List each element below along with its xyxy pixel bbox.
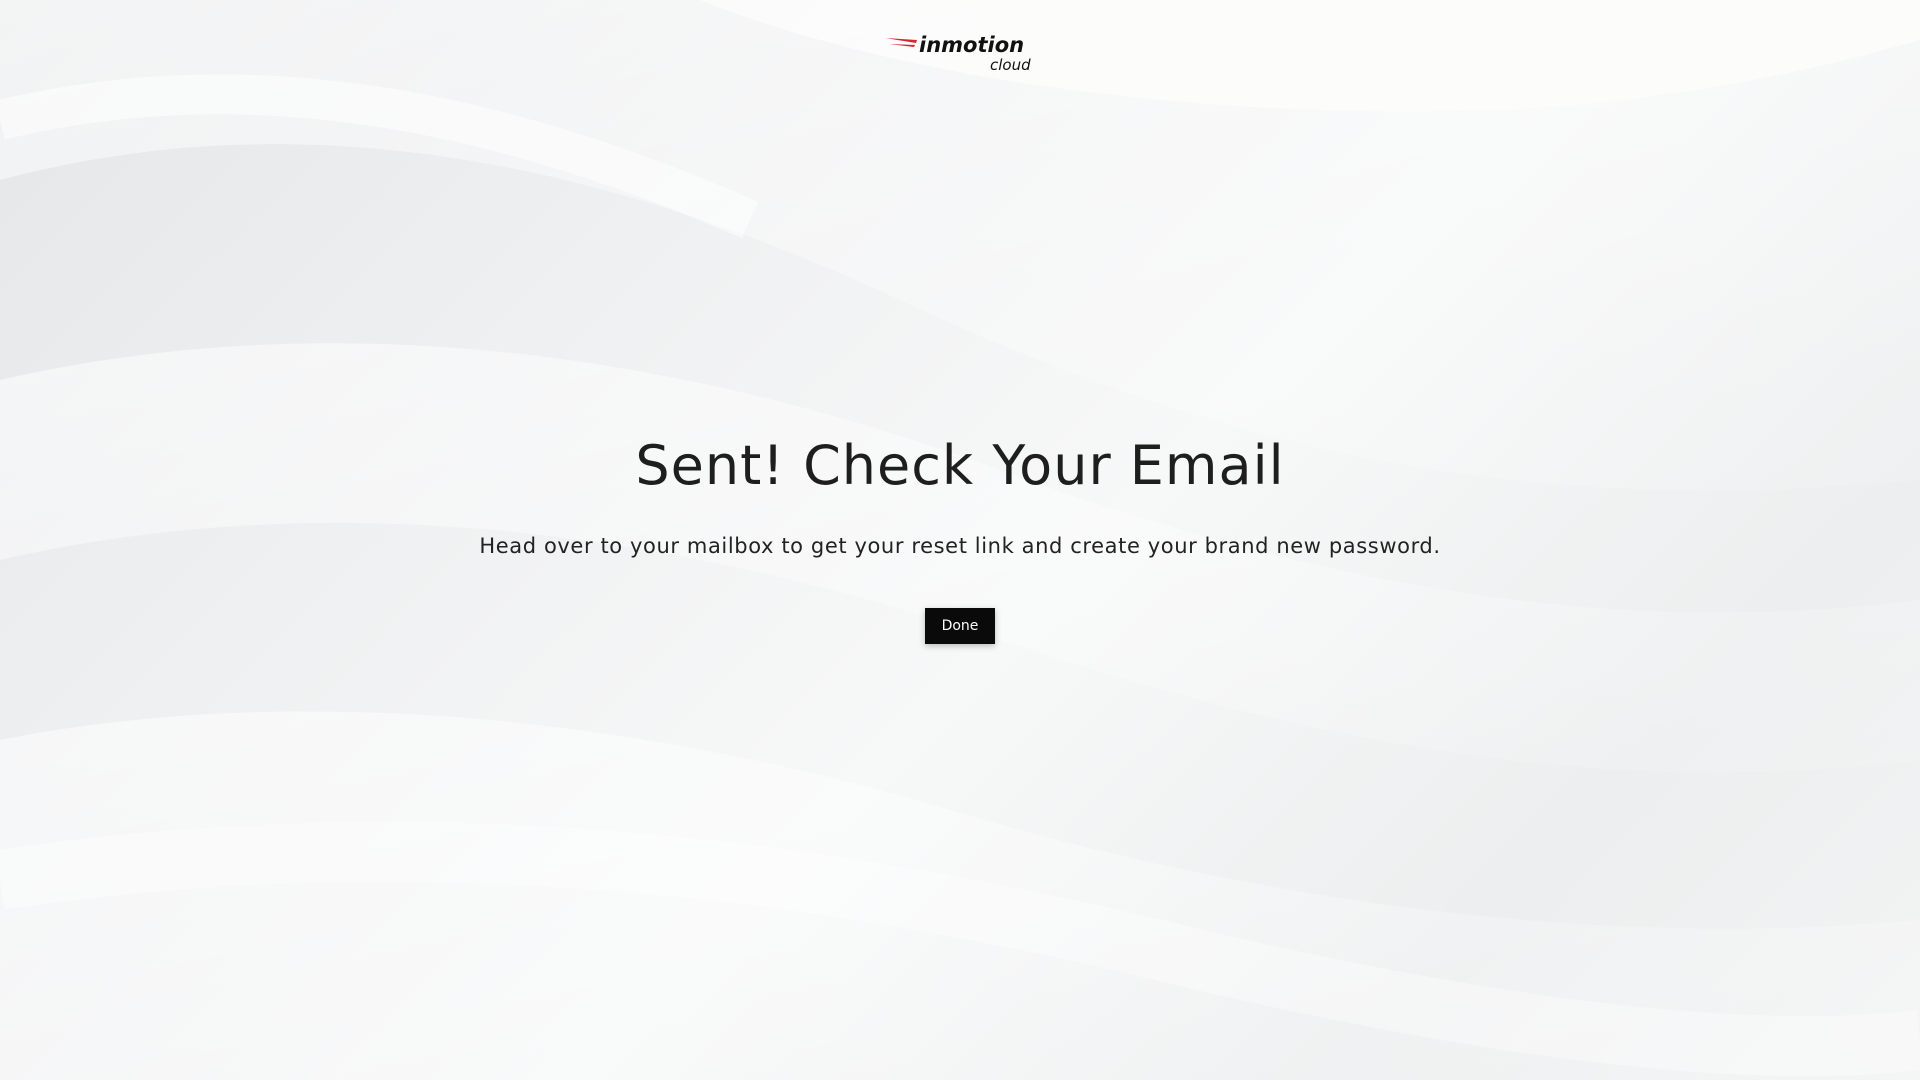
- svg-text:inmotion: inmotion: [919, 33, 1024, 57]
- confirmation-message: Head over to your mailbox to get your re…: [479, 534, 1441, 558]
- confirmation-panel: Sent! Check Your Email Head over to your…: [0, 420, 1920, 644]
- page-title: Sent! Check Your Email: [635, 434, 1285, 497]
- done-button[interactable]: Done: [925, 608, 995, 644]
- inmotion-cloud-logo: inmotion cloud: [883, 30, 1038, 76]
- svg-text:cloud: cloud: [990, 56, 1031, 74]
